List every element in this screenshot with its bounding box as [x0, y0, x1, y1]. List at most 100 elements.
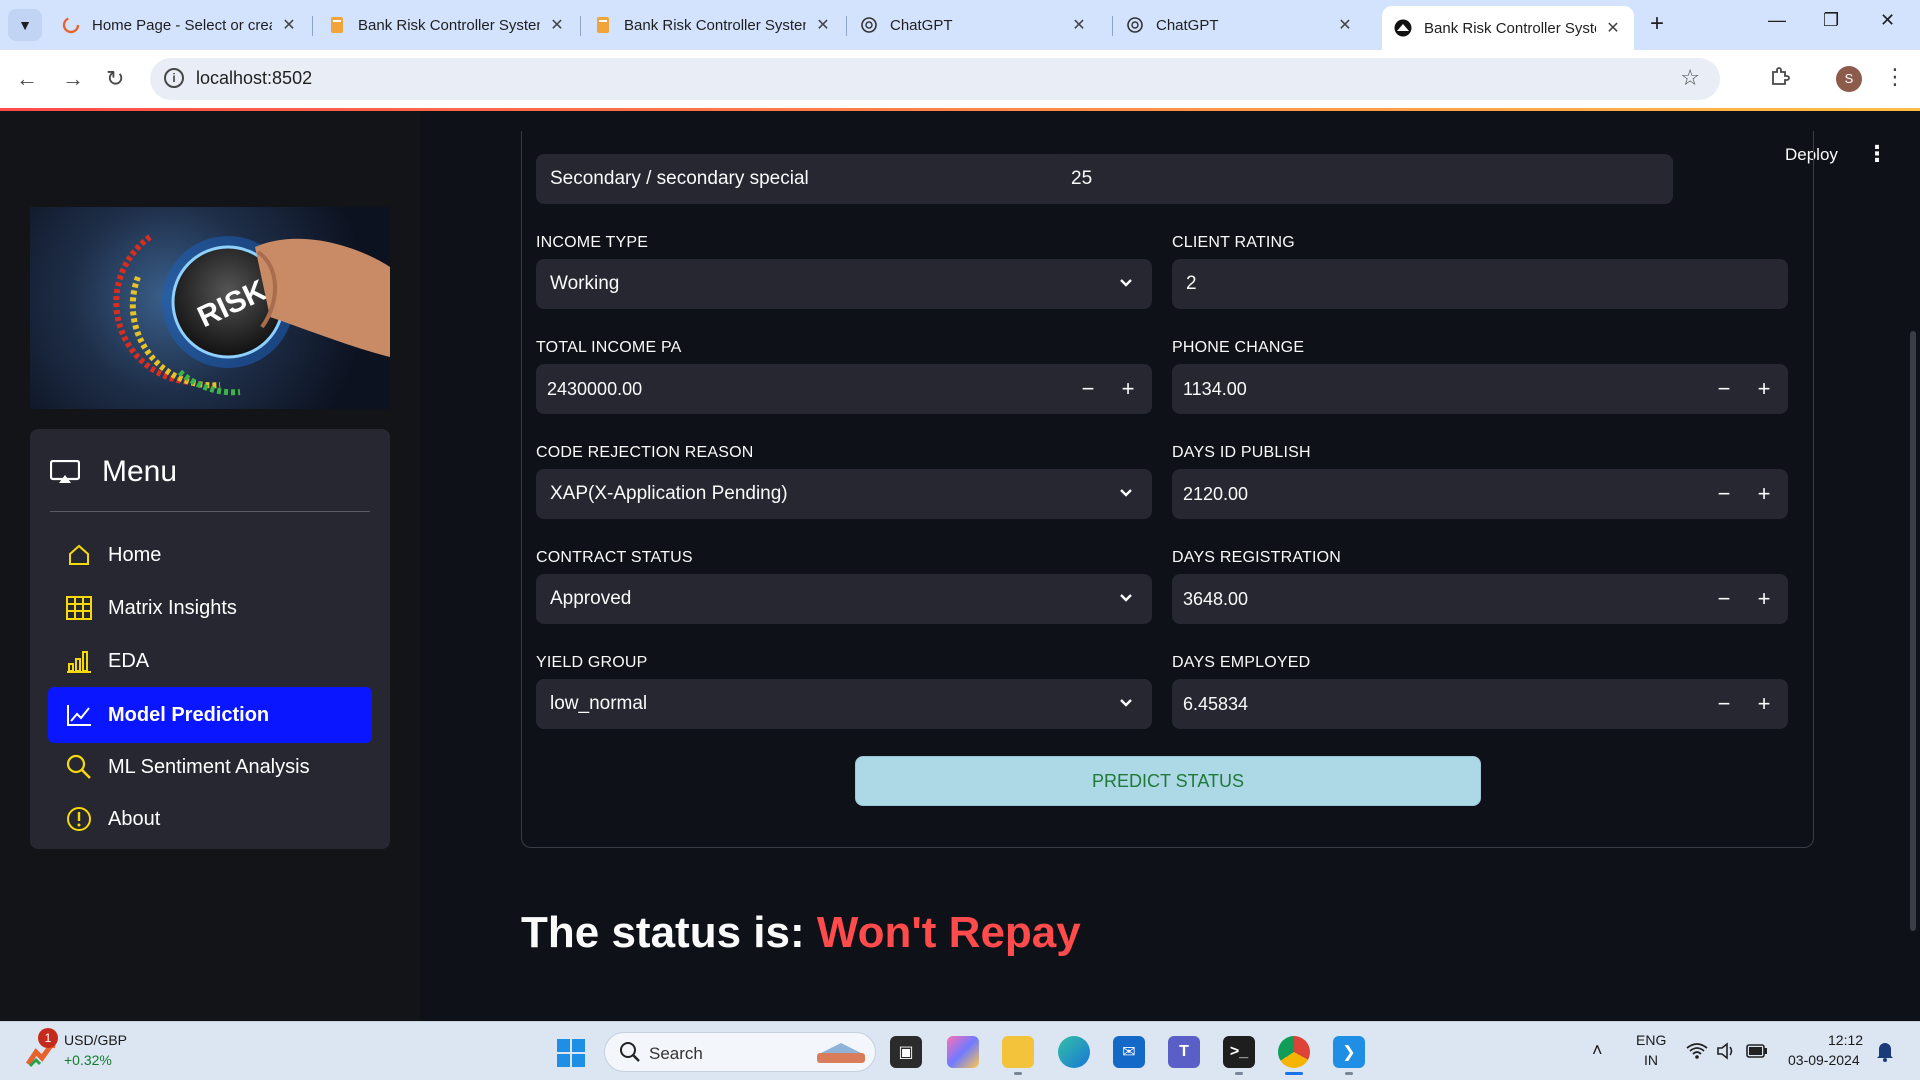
age-input[interactable]: 25: [1057, 154, 1673, 204]
back-arrow-icon[interactable]: ←: [16, 66, 38, 92]
tab-bank-risk-1[interactable]: Bank Risk Controller System ✕: [316, 7, 578, 43]
teams-icon[interactable]: T: [1168, 1036, 1200, 1068]
restore-icon[interactable]: ❐: [1823, 10, 1839, 31]
running-indicator: [1014, 1072, 1022, 1075]
decrement-button[interactable]: −: [1068, 364, 1108, 414]
increment-button[interactable]: +: [1744, 574, 1784, 624]
battery-icon[interactable]: [1746, 1043, 1768, 1059]
chrome-icon[interactable]: [1278, 1036, 1310, 1068]
tab-bank-risk-active[interactable]: Bank Risk Controller System ✕: [1382, 6, 1634, 50]
scrollbar[interactable]: [1910, 331, 1916, 931]
close-icon[interactable]: ✕: [814, 15, 832, 35]
wifi-icon[interactable]: [1686, 1042, 1708, 1060]
ticker-name[interactable]: USD/GBP: [64, 1032, 127, 1048]
bar-chart-icon: [66, 648, 92, 674]
tab-home-page[interactable]: Home Page - Select or create ✕: [50, 7, 310, 43]
chevron-down-icon: [1120, 699, 1132, 707]
new-tab-button[interactable]: +: [1650, 10, 1664, 38]
input-language[interactable]: ENG: [1636, 1032, 1666, 1048]
task-view-icon[interactable]: ▣: [890, 1036, 922, 1068]
tab-search-button[interactable]: ▼: [8, 9, 42, 41]
forward-arrow-icon[interactable]: →: [62, 66, 84, 92]
client-rating-input[interactable]: 2: [1172, 259, 1788, 309]
days-registration-number-input[interactable]: 3648.00 − +: [1172, 574, 1788, 624]
increment-button[interactable]: +: [1744, 469, 1784, 519]
exclamation-circle-icon: [66, 806, 92, 832]
close-window-icon[interactable]: ✕: [1880, 10, 1895, 31]
taskbar-search[interactable]: Search: [604, 1032, 876, 1072]
profile-avatar[interactable]: S: [1836, 66, 1862, 92]
code-rejection-select[interactable]: XAP(X-Application Pending): [536, 469, 1152, 519]
search-placeholder: Search: [649, 1044, 703, 1063]
menu-item-eda[interactable]: EDA: [48, 633, 372, 689]
tab-separator: [846, 16, 847, 36]
clock-time[interactable]: 12:12: [1828, 1032, 1863, 1048]
input-value: 2430000.00: [547, 378, 643, 399]
address-bar[interactable]: i localhost:8502 ☆: [150, 58, 1720, 100]
menu-header: Menu: [50, 455, 177, 489]
chevron-up-icon[interactable]: ˄: [1592, 1040, 1603, 1061]
minimize-icon[interactable]: —: [1768, 10, 1786, 31]
menu-item-home[interactable]: Home: [48, 527, 372, 583]
decrement-button[interactable]: −: [1704, 364, 1744, 414]
windows-start-icon[interactable]: [557, 1039, 585, 1067]
menu-item-ml-sentiment-analysis[interactable]: ML Sentiment Analysis: [48, 739, 372, 795]
chevron-down-icon: [1120, 279, 1132, 287]
file-explorer-icon[interactable]: [1002, 1036, 1034, 1068]
select-value: Working: [550, 273, 620, 294]
contract-status-select[interactable]: Approved: [536, 574, 1152, 624]
terminal-icon[interactable]: >_: [1223, 1036, 1255, 1068]
app-menu-kebab-icon[interactable]: ⋮: [1866, 141, 1888, 167]
line-chart-icon: [66, 702, 92, 728]
phone-change-number-input[interactable]: 1134.00 − +: [1172, 364, 1788, 414]
edge-browser-icon[interactable]: [1058, 1036, 1090, 1068]
input-value: 2120.00: [1183, 483, 1249, 504]
search-icon: [620, 1042, 640, 1062]
mail-icon[interactable]: ✉: [1113, 1036, 1145, 1068]
menu-item-about[interactable]: About: [48, 791, 372, 847]
yield-group-select[interactable]: low_normal: [536, 679, 1152, 729]
notification-bell-icon[interactable]: [1876, 1040, 1894, 1062]
increment-button[interactable]: +: [1744, 364, 1784, 414]
close-icon[interactable]: ✕: [548, 15, 566, 35]
input-value: 1134.00: [1183, 378, 1247, 399]
tab-separator: [580, 16, 581, 36]
close-icon[interactable]: ✕: [280, 15, 298, 35]
tab-chatgpt-1[interactable]: ChatGPT ✕: [848, 7, 1100, 43]
copilot-icon[interactable]: [947, 1036, 979, 1068]
days-employed-number-input[interactable]: 6.45834 − +: [1172, 679, 1788, 729]
volume-icon[interactable]: [1716, 1042, 1736, 1060]
result-value: Won't Repay: [816, 908, 1081, 957]
openai-icon: [860, 16, 878, 34]
days-id-publish-label: DAYS ID PUBLISH: [1172, 444, 1311, 461]
extensions-puzzle-icon[interactable]: [1768, 65, 1792, 95]
decrement-button[interactable]: −: [1704, 679, 1744, 729]
menu-item-matrix-insights[interactable]: Matrix Insights: [48, 580, 372, 636]
chevron-down-icon: [1120, 594, 1132, 602]
close-icon[interactable]: ✕: [1336, 15, 1354, 35]
bookmark-star-icon[interactable]: ☆: [1680, 65, 1700, 91]
predict-status-button[interactable]: PREDICT STATUS: [855, 756, 1481, 806]
decrement-button[interactable]: −: [1704, 469, 1744, 519]
browser-menu-kebab-icon[interactable]: ⋮: [1884, 64, 1906, 90]
increment-button[interactable]: +: [1108, 364, 1148, 414]
income-type-select[interactable]: Working: [536, 259, 1152, 309]
total-income-number-input[interactable]: 2430000.00 − +: [536, 364, 1152, 414]
menu-item-model-prediction[interactable]: Model Prediction: [48, 687, 372, 743]
decrement-button[interactable]: −: [1704, 574, 1744, 624]
tab-bank-risk-2[interactable]: Bank Risk Controller System ✕: [582, 7, 844, 43]
reload-icon[interactable]: ↻: [106, 66, 124, 92]
close-icon[interactable]: ✕: [1604, 18, 1622, 38]
increment-button[interactable]: +: [1744, 679, 1784, 729]
openai-icon: [1126, 16, 1144, 34]
streamlit-icon: [1394, 19, 1412, 37]
total-income-label: TOTAL INCOME PA: [536, 339, 682, 356]
site-info-icon[interactable]: i: [164, 68, 184, 88]
close-icon[interactable]: ✕: [1070, 15, 1088, 35]
vscode-icon[interactable]: ❯: [1333, 1036, 1365, 1068]
tab-title: ChatGPT: [1156, 16, 1219, 34]
days-id-publish-number-input[interactable]: 2120.00 − +: [1172, 469, 1788, 519]
url-text: localhost:8502: [196, 68, 313, 88]
client-rating-label: CLIENT RATING: [1172, 234, 1295, 251]
tab-chatgpt-2[interactable]: ChatGPT ✕: [1114, 7, 1366, 43]
